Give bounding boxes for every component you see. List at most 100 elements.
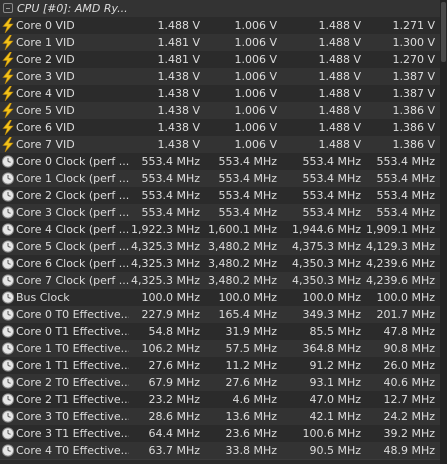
maximum-value: 553.4 MHz: [302, 155, 361, 168]
sensor-row[interactable]: Core 1 T1 Effective... 27.6 MHz 11.2 MHz 91…: [0, 357, 447, 375]
lightning-bolt-icon: [1, 34, 15, 51]
scrollbar-thumb[interactable]: [441, 2, 446, 62]
maximum-value: 42.1 MHz: [309, 410, 361, 423]
sensor-row[interactable]: Core 7 VID 1.438 V 1.006 V 1.488 V 1.386 V: [0, 136, 447, 154]
current-value: 23.2 MHz: [148, 393, 200, 406]
minimum-value: 33.8 MHz: [225, 444, 277, 457]
sensor-label: Core 6 VID: [16, 121, 75, 134]
minimum-value: 3,480.2 MHz: [207, 274, 277, 287]
group-title: CPU [#0]: AMD Ry...: [17, 2, 128, 15]
current-value: 553.4 MHz: [141, 172, 200, 185]
minimum-value: 1.006 V: [234, 87, 277, 100]
lightning-bolt-icon: [1, 102, 15, 119]
average-value: 39.2 MHz: [383, 427, 435, 440]
average-value: 90.8 MHz: [383, 342, 435, 355]
lightning-bolt-icon: [1, 85, 15, 102]
current-value: 1.438 V: [157, 70, 200, 83]
sensor-label: Core 3 Clock (perf ...: [16, 206, 129, 219]
sensor-row[interactable]: Core 6 VID 1.438 V 1.006 V 1.488 V 1.386 V: [0, 119, 447, 137]
minimum-value: 27.6 MHz: [225, 376, 277, 389]
maximum-value: 553.4 MHz: [302, 172, 361, 185]
sensor-row[interactable]: Core 4 T0 Effective... 63.7 MHz 33.8 MHz 90…: [0, 442, 447, 460]
current-value: 1,922.3 MHz: [130, 223, 200, 236]
clock-gauge-icon: [1, 239, 15, 254]
sensor-row[interactable]: Core 0 T0 Effective... 227.9 MHz 165.4 MHz…: [0, 306, 447, 324]
sensor-row[interactable]: Core 5 Clock (perf ... 4,325.3 MHz 3,480.2…: [0, 238, 447, 256]
current-value: 100.0 MHz: [141, 291, 200, 304]
sensor-row[interactable]: Core 2 VID 1.481 V 1.006 V 1.488 V 1.270 V: [0, 51, 447, 69]
sensor-label: Core 3 T1 Effective...: [16, 427, 129, 440]
lightning-bolt-icon: [1, 68, 15, 85]
sensor-label: Core 2 T0 Effective...: [16, 376, 129, 389]
current-value: 67.9 MHz: [148, 376, 200, 389]
minimum-value: 165.4 MHz: [218, 308, 277, 321]
clock-gauge-icon: [1, 222, 15, 237]
sensor-row[interactable]: Bus Clock 100.0 MHz 100.0 MHz 100.0 MHz 100.…: [0, 289, 447, 307]
minimum-value: 3,480.2 MHz: [207, 240, 277, 253]
maximum-value: 1.488 V: [318, 121, 361, 134]
maximum-value: 553.4 MHz: [302, 206, 361, 219]
sensor-row[interactable]: Core 2 T1 Effective... 23.2 MHz 4.6 MHz 47.…: [0, 391, 447, 409]
sensor-row[interactable]: Core 0 Clock (perf ... 553.4 MHz 553.4 MHz…: [0, 153, 447, 171]
sensor-row[interactable]: Core 0 VID 1.488 V 1.006 V 1.488 V 1.271 V: [0, 17, 447, 35]
clock-gauge-icon: [1, 188, 15, 203]
sensor-label: Core 7 VID: [16, 138, 75, 151]
average-value: 40.6 MHz: [383, 376, 435, 389]
sensor-label: Core 2 T1 Effective...: [16, 393, 129, 406]
sensor-label: Core 4 T0 Effective...: [16, 444, 129, 457]
minimum-value: 1.006 V: [234, 104, 277, 117]
sensor-label: Bus Clock: [16, 291, 70, 304]
sensor-row[interactable]: Core 3 T0 Effective... 28.6 MHz 13.6 MHz 42…: [0, 408, 447, 426]
sensor-row[interactable]: Core 6 Clock (perf ... 4,325.3 MHz 3,480.2…: [0, 255, 447, 273]
current-value: 106.2 MHz: [141, 342, 200, 355]
sensor-row[interactable]: Core 1 VID 1.481 V 1.006 V 1.488 V 1.300 V: [0, 34, 447, 52]
sensor-row[interactable]: Core 4 Clock (perf ... 1,922.3 MHz 1,600.1…: [0, 221, 447, 239]
clock-gauge-icon: [1, 375, 15, 390]
clock-gauge-icon: [1, 426, 15, 441]
clock-gauge-icon: [1, 171, 15, 186]
clock-gauge-icon: [1, 392, 15, 407]
sensor-label: Core 1 VID: [16, 36, 75, 49]
clock-gauge-icon: [1, 409, 15, 424]
sensor-row[interactable]: Core 5 VID 1.438 V 1.006 V 1.488 V 1.386 V: [0, 102, 447, 120]
average-value: 1,909.1 MHz: [365, 223, 435, 236]
maximum-value: 1.488 V: [318, 19, 361, 32]
lightning-bolt-icon: [1, 119, 15, 136]
maximum-value: 553.4 MHz: [302, 189, 361, 202]
vertical-scrollbar[interactable]: [440, 0, 447, 464]
minimum-value: 57.5 MHz: [225, 342, 277, 355]
maximum-value: 47.0 MHz: [309, 393, 361, 406]
sensor-row[interactable]: Core 3 Clock (perf ... 553.4 MHz 553.4 MHz…: [0, 204, 447, 222]
collapse-icon[interactable]: [3, 3, 13, 13]
clock-gauge-icon: [1, 307, 15, 322]
maximum-value: 93.1 MHz: [309, 376, 361, 389]
sensor-label: Core 6 Clock (perf ...: [16, 257, 129, 270]
sensor-row[interactable]: Core 2 T0 Effective... 67.9 MHz 27.6 MHz 93…: [0, 374, 447, 392]
sensor-row[interactable]: Core 1 T0 Effective... 106.2 MHz 57.5 MHz 3…: [0, 340, 447, 358]
sensor-label: Core 2 Clock (perf ...: [16, 189, 129, 202]
sensor-label: Core 1 Clock (perf ...: [16, 172, 129, 185]
sensor-row[interactable]: Core 7 Clock (perf ... 4,325.3 MHz 3,480.2…: [0, 272, 447, 290]
minimum-value: 1.006 V: [234, 70, 277, 83]
clock-gauge-icon: [1, 324, 15, 339]
sensor-row[interactable]: Core 2 Clock (perf ... 553.4 MHz 553.4 MHz…: [0, 187, 447, 205]
sensor-row[interactable]: Core 3 VID 1.438 V 1.006 V 1.488 V 1.387 V: [0, 68, 447, 86]
sensor-row[interactable]: Core 3 T1 Effective... 64.4 MHz 23.6 MHz 10…: [0, 425, 447, 443]
maximum-value: 1.488 V: [318, 70, 361, 83]
average-value: 1.270 V: [392, 53, 435, 66]
lightning-bolt-icon: [1, 51, 15, 68]
average-value: 1.386 V: [392, 121, 435, 134]
minimum-value: 553.4 MHz: [218, 206, 277, 219]
sensor-row[interactable]: Core 1 Clock (perf ... 553.4 MHz 553.4 MHz…: [0, 170, 447, 188]
maximum-value: 1.488 V: [318, 104, 361, 117]
clock-gauge-icon: [1, 273, 15, 288]
clock-gauge-icon: [1, 358, 15, 373]
group-header-cpu[interactable]: CPU [#0]: AMD Ry...: [0, 0, 447, 17]
minimum-value: 1.006 V: [234, 36, 277, 49]
sensor-row[interactable]: Core 4 VID 1.438 V 1.006 V 1.488 V 1.387 V: [0, 85, 447, 103]
average-value: 553.4 MHz: [376, 189, 435, 202]
current-value: 1.438 V: [157, 138, 200, 151]
maximum-value: 349.3 MHz: [302, 308, 361, 321]
sensor-row[interactable]: Core 0 T1 Effective... 54.8 MHz 31.9 MHz 85…: [0, 323, 447, 341]
sensor-label: Core 3 T0 Effective...: [16, 410, 129, 423]
